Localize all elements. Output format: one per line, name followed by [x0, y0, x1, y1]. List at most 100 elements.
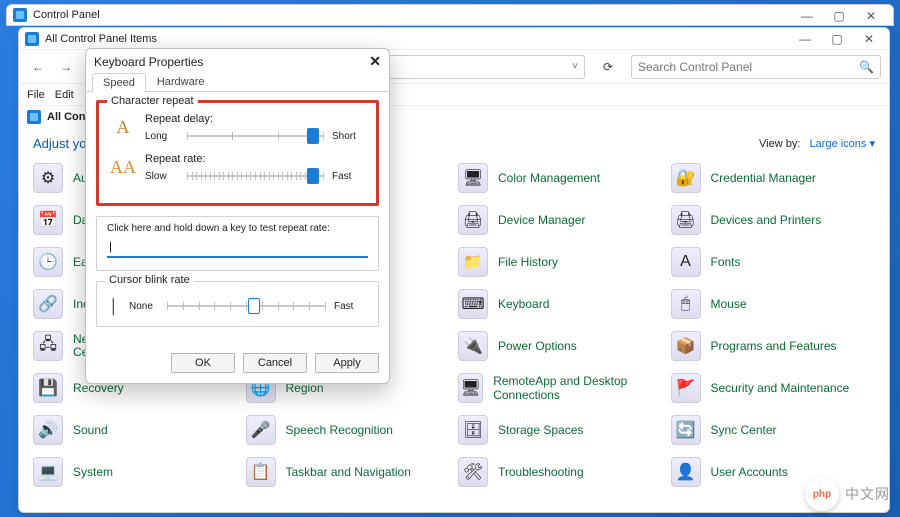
item-icon: 🔌 [458, 331, 488, 361]
control-panel-item[interactable]: 🗄Storage Spaces [458, 415, 663, 445]
item-label: Sync Center [711, 423, 777, 437]
repeat-delay-min: Long [145, 131, 179, 142]
watermark-text: 中文网 [845, 484, 890, 504]
item-icon: 🖨 [671, 205, 701, 235]
dialog-close-button[interactable]: ✕ [369, 53, 381, 70]
watermark: php 中文网 [805, 477, 890, 511]
control-panel-item[interactable]: 📁File History [458, 247, 663, 277]
slider-thumb[interactable] [307, 128, 319, 144]
item-label: Credential Manager [711, 171, 816, 185]
window-outer-titlebar: Control Panel — ▢ ✕ [6, 4, 894, 26]
item-icon: 💻 [33, 457, 63, 487]
control-panel-icon [27, 110, 41, 124]
control-panel-item[interactable]: 🔐Credential Manager [671, 163, 876, 193]
blink-rate-slider[interactable] [167, 299, 326, 313]
control-panel-item[interactable]: 🔊Sound [33, 415, 238, 445]
control-panel-item[interactable]: 📦Programs and Features [671, 331, 876, 361]
menu-file[interactable]: File [27, 89, 45, 101]
nav-forward-button[interactable]: → [55, 56, 77, 78]
control-panel-item[interactable]: 🖥 RemoteApp and Desktop Connections [458, 373, 663, 403]
control-panel-item[interactable]: 🖱 Mouse [671, 289, 876, 319]
maximize-button[interactable]: ▢ [821, 28, 853, 50]
chevron-down-icon: ˅ [572, 61, 578, 72]
minimize-button[interactable]: — [789, 28, 821, 50]
close-button[interactable]: ✕ [855, 5, 887, 27]
control-panel-icon [13, 8, 27, 22]
repeat-rate-slider[interactable] [187, 169, 324, 183]
item-icon: 💾 [33, 373, 63, 403]
item-icon: ⌨ [458, 289, 488, 319]
item-icon: 🔄 [671, 415, 701, 445]
item-label: Programs and Features [711, 339, 837, 353]
refresh-button[interactable]: ⟳ [597, 60, 619, 74]
item-label: Fonts [711, 255, 741, 269]
control-panel-item[interactable]: 🖨Device Manager [458, 205, 663, 235]
item-label: Mouse [711, 297, 747, 311]
item-icon: 🕒 [33, 247, 63, 277]
item-label: Security and Maintenance [711, 381, 850, 395]
item-icon: 📅 [33, 205, 63, 235]
repeat-rate-min: Slow [145, 171, 179, 182]
item-icon: 🎤 [246, 415, 276, 445]
repeat-rate-icon: AA [109, 153, 137, 181]
repeat-delay-slider[interactable] [187, 129, 324, 143]
dialog-title: Keyboard Properties [94, 55, 203, 69]
maximize-button[interactable]: ▢ [823, 5, 855, 27]
ok-button[interactable]: OK [171, 353, 235, 373]
item-label: Taskbar and Navigation [286, 465, 411, 479]
item-label: Keyboard [498, 297, 549, 311]
watermark-logo: php [805, 477, 839, 511]
view-by: View by: Large icons ▾ [759, 137, 875, 150]
control-panel-item[interactable]: ⌨ Keyboard [458, 289, 663, 319]
item-label: User Accounts [711, 465, 788, 479]
item-icon: 📁 [458, 247, 488, 277]
cursor-sample-icon: │ [107, 298, 121, 314]
group-character-repeat: Character repeat A Repeat delay: Long Sh… [96, 100, 379, 206]
slider-thumb[interactable] [248, 298, 260, 314]
control-panel-item[interactable]: 🖥Color Management [458, 163, 663, 193]
item-icon: 👤 [671, 457, 701, 487]
cancel-button[interactable]: Cancel [243, 353, 307, 373]
control-panel-item[interactable]: A Fonts [671, 247, 876, 277]
window-second-titlebar: All Control Panel Items — ▢ ✕ [19, 28, 889, 50]
test-repeat-label: Click here and hold down a key to test r… [107, 223, 368, 234]
keyboard-properties-dialog: Keyboard Properties ✕ Speed Hardware Cha… [85, 48, 390, 384]
window-outer-title: Control Panel [33, 9, 100, 21]
search-input[interactable]: Search Control Panel 🔍 [631, 55, 881, 79]
item-icon: 🖥 [458, 373, 483, 403]
control-panel-icon [25, 32, 39, 46]
repeat-delay-max: Short [332, 131, 366, 142]
slider-thumb[interactable] [307, 168, 319, 184]
tab-speed[interactable]: Speed [92, 73, 146, 92]
repeat-delay-icon: A [109, 113, 137, 141]
item-icon: 🖧 [33, 331, 63, 361]
control-panel-item[interactable]: 📋Taskbar and Navigation [246, 457, 451, 487]
control-panel-item[interactable]: 🔌Power Options [458, 331, 663, 361]
search-placeholder: Search Control Panel [638, 60, 859, 74]
item-icon: A [671, 247, 701, 277]
tab-hardware[interactable]: Hardware [146, 72, 216, 91]
nav-back-button[interactable]: ← [27, 56, 49, 78]
dialog-tabs: Speed Hardware [86, 72, 389, 92]
menu-edit[interactable]: Edit [55, 89, 74, 101]
close-button[interactable]: ✕ [853, 28, 885, 50]
test-repeat-input[interactable] [107, 238, 368, 258]
control-panel-item[interactable]: 🔄 Sync Center [671, 415, 876, 445]
group-blink-rate: Cursor blink rate │ None Fast [96, 281, 379, 327]
group-test-repeat: Click here and hold down a key to test r… [96, 216, 379, 271]
blink-min: None [129, 301, 159, 312]
item-icon: 🔊 [33, 415, 63, 445]
minimize-button[interactable]: — [791, 5, 823, 27]
control-panel-item[interactable]: 🖨Devices and Printers [671, 205, 876, 235]
control-panel-item[interactable]: 💻System [33, 457, 238, 487]
item-label: RemoteApp and Desktop Connections [493, 374, 662, 402]
control-panel-item[interactable]: 🎤 Speech Recognition [246, 415, 451, 445]
item-icon: 🖱 [671, 289, 701, 319]
apply-button[interactable]: Apply [315, 353, 379, 373]
repeat-delay-label: Repeat delay: [145, 113, 366, 125]
control-panel-item[interactable]: 🛠Troubleshooting [458, 457, 663, 487]
view-by-dropdown[interactable]: Large icons ▾ [810, 138, 875, 150]
item-label: Color Management [498, 171, 600, 185]
item-label: Speech Recognition [286, 423, 393, 437]
control-panel-item[interactable]: 🚩Security and Maintenance [671, 373, 876, 403]
